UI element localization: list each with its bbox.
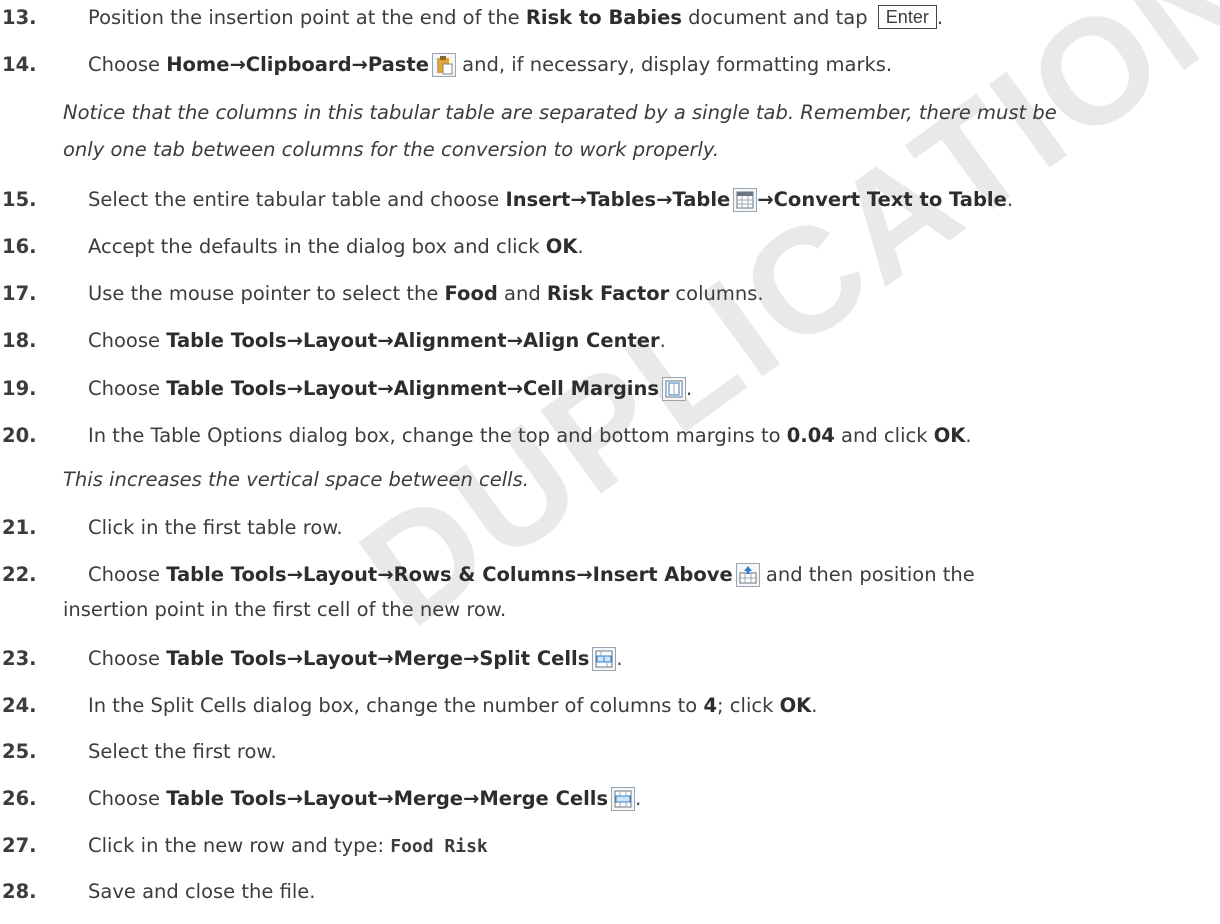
- step-number: 26.: [2, 787, 37, 810]
- step-text: Select the entire tabular table and choo…: [88, 188, 506, 211]
- table-icon: [733, 188, 758, 212]
- step-number: 17.: [2, 282, 37, 305]
- step-number: 16.: [2, 235, 37, 258]
- step-bold: Home→Clipboard→Paste: [166, 53, 429, 76]
- step-bold: Risk Factor: [546, 282, 670, 305]
- step-bold: OK: [933, 424, 966, 447]
- step-text: .: [616, 647, 623, 670]
- step-text: Choose: [88, 563, 167, 586]
- step-number: 27.: [2, 834, 37, 857]
- typed-text: Food Risk: [390, 836, 488, 857]
- step-text: and, if necessary, display formatting ma…: [455, 53, 893, 76]
- step-bold: Table Tools→Layout→Merge→Merge Cells: [166, 787, 609, 810]
- step-number: 13.: [2, 6, 37, 29]
- step-number: 20.: [2, 424, 37, 447]
- step-text: and: [497, 282, 547, 305]
- step-bold: Table Tools→Layout→Alignment→Align Cente…: [166, 329, 660, 352]
- step-bold: 0.04: [786, 424, 835, 447]
- step-text: .: [965, 424, 972, 447]
- step-text: Accept the defaults in the dialog box an…: [88, 235, 546, 258]
- step-number: 18.: [2, 329, 37, 352]
- step-text: Click in the first table row.: [88, 516, 343, 539]
- step-text: and click: [834, 424, 934, 447]
- step-text: Choose: [88, 53, 167, 76]
- step-text: .: [811, 694, 818, 717]
- cell-margins-icon: [661, 377, 686, 401]
- step-bold: Insert→Tables→Table: [505, 188, 731, 211]
- note-text: Notice that the columns in this tabular …: [63, 101, 1057, 124]
- step-text: document and tap: [681, 6, 874, 29]
- note-text: only one tab between columns for the con…: [63, 138, 720, 161]
- step-number: 28.: [2, 880, 37, 903]
- step-text: Select the first row.: [88, 740, 277, 763]
- merge-cells-icon: [611, 787, 636, 811]
- step-text: Save and close the file.: [88, 880, 316, 903]
- step-bold: OK: [545, 235, 578, 258]
- step-text: .: [577, 235, 584, 258]
- step-text: .: [685, 377, 693, 400]
- step-text: Choose: [88, 329, 167, 352]
- step-number: 14.: [2, 53, 37, 76]
- step-bold: Risk to Babies: [525, 6, 682, 29]
- step-number: 19.: [2, 377, 37, 400]
- step-text: ; click: [717, 694, 780, 717]
- step-bold: Table Tools→Layout→Merge→Split Cells: [166, 647, 590, 670]
- step-text: Choose: [88, 787, 167, 810]
- step-number: 24.: [2, 694, 37, 717]
- step-text: In the Split Cells dialog box, change th…: [88, 694, 704, 717]
- step-number: 15.: [2, 188, 37, 211]
- step-text: .: [936, 6, 944, 29]
- step-text: and then position the: [759, 563, 975, 586]
- step-bold: →Convert Text to Table: [757, 188, 1007, 211]
- insert-above-icon: [735, 563, 760, 587]
- step-number: 22.: [2, 563, 37, 586]
- enter-key: Enter: [877, 5, 937, 29]
- step-text: Click in the new row and type:: [88, 834, 391, 857]
- step-text: Position the insertion point at the end …: [88, 6, 526, 29]
- step-text: Choose: [88, 377, 167, 400]
- step-bold: Table Tools→Layout→Rows & Columns→Insert…: [166, 563, 733, 586]
- paste-icon: [431, 53, 456, 77]
- step-text: Use the mouse pointer to select the: [88, 282, 445, 305]
- step-number: 21.: [2, 516, 37, 539]
- step-text: In the Table Options dialog box, change …: [88, 424, 787, 447]
- step-number: 25.: [2, 740, 37, 763]
- note-text: This increases the vertical space betwee…: [63, 468, 529, 491]
- split-cells-icon: [592, 647, 617, 671]
- step-bold: Table Tools→Layout→Alignment→Cell Margin…: [166, 377, 659, 400]
- step-bold: 4: [703, 694, 718, 717]
- step-text: .: [659, 329, 666, 352]
- step-text: .: [1006, 188, 1014, 211]
- step-text: insertion point in the first cell of the…: [63, 598, 507, 621]
- step-text: .: [635, 787, 642, 810]
- step-text: Choose: [88, 647, 167, 670]
- step-number: 23.: [2, 647, 37, 670]
- step-text: columns.: [669, 282, 764, 305]
- step-bold: OK: [779, 694, 812, 717]
- step-bold: Food: [444, 282, 498, 305]
